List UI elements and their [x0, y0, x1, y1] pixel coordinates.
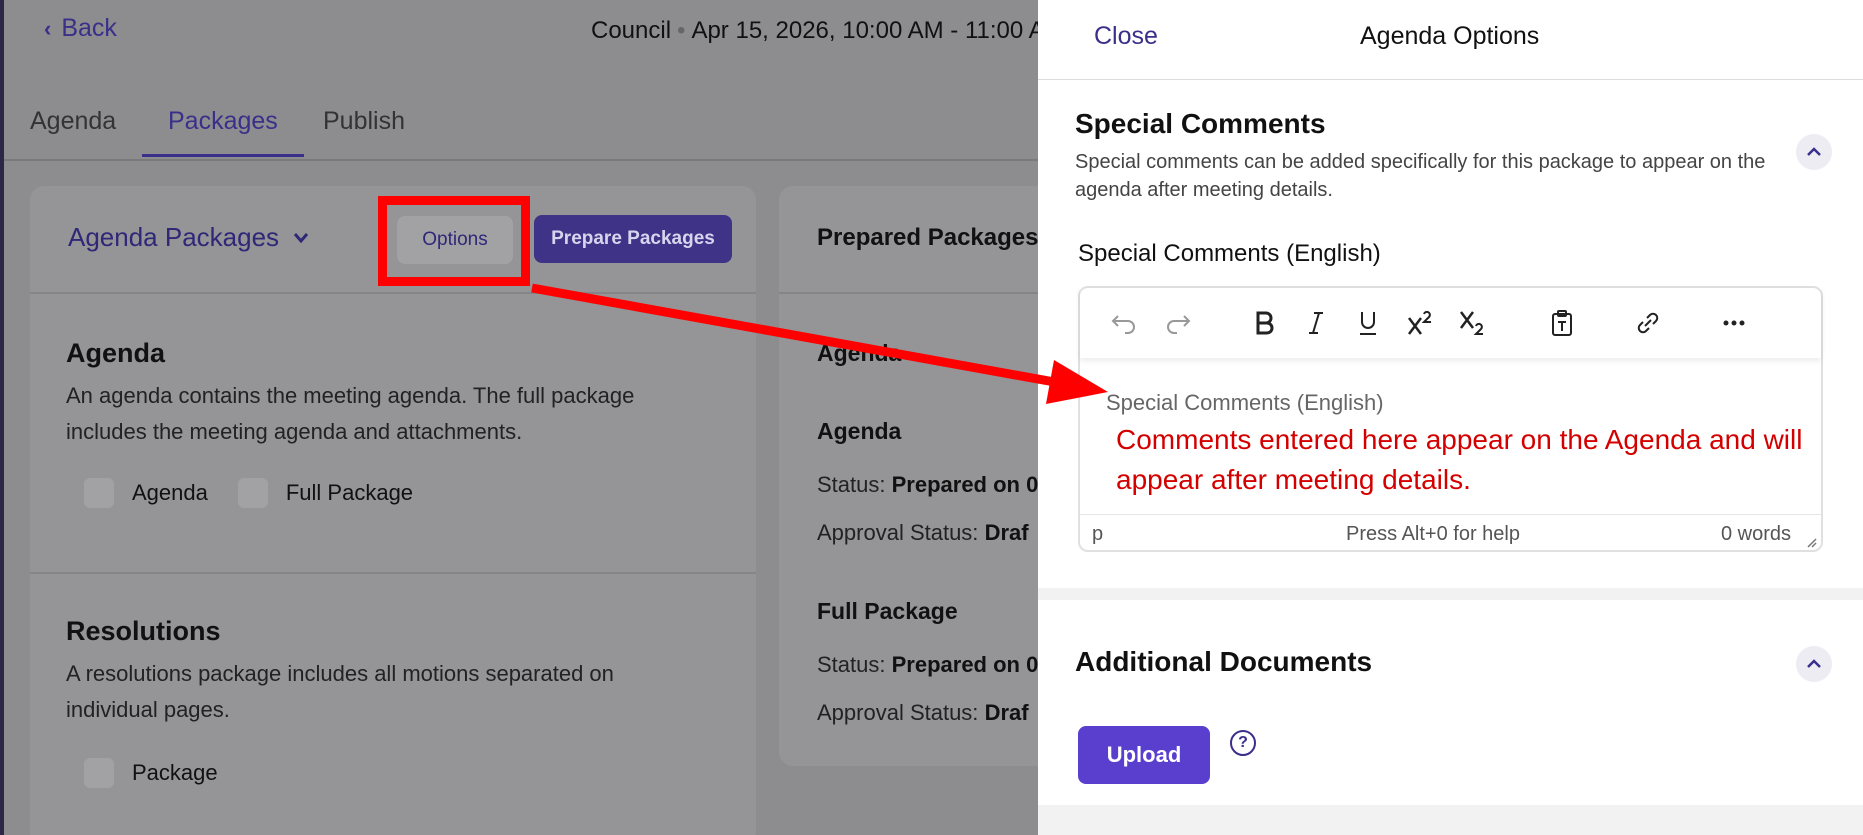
- additional-documents-card: Additional Documents Upload ?: [1038, 600, 1863, 805]
- close-button[interactable]: Close: [1094, 22, 1158, 51]
- status-label: Status:: [817, 472, 886, 497]
- prepared-card-header: Prepared Packages: [779, 186, 1040, 294]
- section-divider: [30, 572, 756, 574]
- special-comments-card: Special Comments Special comments can be…: [1038, 80, 1863, 588]
- resolutions-package-checkbox[interactable]: [84, 758, 114, 788]
- full-package-checkbox[interactable]: [237, 478, 268, 508]
- resize-handle-icon[interactable]: [1805, 536, 1817, 548]
- approval-label: Approval Status:: [817, 520, 979, 545]
- prepared-group-title: Agenda: [817, 340, 902, 366]
- resolutions-section-title: Resolutions: [66, 616, 221, 646]
- agenda-checkbox-row: Agenda Full Package: [84, 478, 443, 508]
- meeting-info: Council • Apr 15, 2026, 10:00 AM - 11:00 A…: [591, 17, 1040, 45]
- chevron-up-icon: [1807, 147, 1821, 156]
- special-comments-collapse-button[interactable]: [1796, 134, 1832, 170]
- special-comments-title: Special Comments: [1075, 108, 1326, 139]
- special-comments-description: Special comments can be added specifical…: [1075, 151, 1766, 201]
- editor-statusbar: p Press Alt+0 for help 0 words: [1080, 514, 1821, 552]
- back-link[interactable]: ‹ Back: [44, 14, 117, 43]
- additional-documents-title: Additional Documents: [1075, 646, 1373, 677]
- help-hint: Press Alt+0 for help: [1346, 523, 1520, 545]
- rich-text-editor[interactable]: Special Comments (English) Comments ente…: [1078, 286, 1823, 552]
- agenda-section-title: Agenda: [66, 338, 166, 368]
- back-label: Back: [61, 14, 117, 42]
- status-value: Prepared on 0: [891, 472, 1039, 497]
- tab-bar: Agenda Packages Publish: [4, 95, 1040, 161]
- editor-placeholder: Special Comments (English): [1106, 390, 1384, 415]
- chevron-up-icon: [1807, 659, 1821, 668]
- panel-header: Close Agenda Options: [1038, 0, 1863, 80]
- prepared-agenda-title: Agenda: [817, 418, 902, 444]
- more-options-icon[interactable]: [1714, 304, 1754, 342]
- approval-value: Draf: [984, 520, 1029, 545]
- agenda-section-description: An agenda contains the meeting agenda. T…: [66, 383, 635, 444]
- subscript-icon[interactable]: [1452, 304, 1492, 342]
- approval-label: Approval Status:: [817, 700, 979, 725]
- full-package-checkbox-label: Full Package: [285, 480, 414, 505]
- tab-packages[interactable]: Packages: [142, 107, 304, 157]
- prepare-packages-button[interactable]: Prepare Packages: [534, 215, 732, 263]
- chevron-left-icon: ‹: [44, 15, 52, 41]
- prepared-packages-title: Prepared Packages: [817, 224, 1039, 251]
- editor-toolbar: [1080, 288, 1821, 358]
- panel-title: Agenda Options: [1360, 22, 1540, 50]
- paste-as-text-icon[interactable]: [1542, 304, 1582, 342]
- agenda-checkbox-label: Agenda: [132, 480, 208, 505]
- status-value: Prepared on 0: [891, 652, 1039, 677]
- undo-icon[interactable]: [1104, 304, 1144, 342]
- redo-icon[interactable]: [1158, 304, 1198, 342]
- prepared-agenda-approval: Approval Status: Draf: [817, 520, 1029, 546]
- additional-documents-collapse-button[interactable]: [1796, 646, 1832, 682]
- resolutions-package-checkbox-label: Package: [132, 760, 218, 785]
- options-highlight-box: [378, 196, 530, 286]
- italic-icon[interactable]: [1296, 304, 1336, 342]
- element-path[interactable]: p: [1092, 523, 1103, 546]
- tab-agenda[interactable]: Agenda: [30, 107, 116, 154]
- special-comments-field-label: Special Comments (English): [1078, 240, 1381, 267]
- help-icon[interactable]: ?: [1230, 730, 1256, 756]
- prepared-full-package-approval: Approval Status: Draf: [817, 700, 1029, 726]
- agenda-options-panel: Close Agenda Options Special Comments Sp…: [1038, 0, 1863, 835]
- approval-value: Draf: [984, 700, 1029, 725]
- word-count[interactable]: 0 words: [1721, 523, 1791, 546]
- agenda-packages-dropdown[interactable]: Agenda Packages: [68, 222, 309, 253]
- meeting-body: Council: [591, 17, 672, 44]
- status-label: Status:: [817, 652, 886, 677]
- background-page: ‹ Back Council • Apr 15, 2026, 10:00 AM - …: [0, 0, 1040, 835]
- top-bar: ‹ Back Council • Apr 15, 2026, 10:00 AM - …: [4, 0, 1040, 62]
- editor-annotation-text: Comments entered here appear on the Agen…: [1116, 424, 1803, 495]
- prepared-full-package-title: Full Package: [817, 598, 958, 624]
- upload-button[interactable]: Upload: [1078, 726, 1210, 784]
- agenda-checkbox[interactable]: [84, 478, 114, 508]
- bold-icon[interactable]: [1244, 304, 1284, 342]
- separator-dot: •: [677, 17, 686, 44]
- superscript-icon[interactable]: [1400, 304, 1440, 342]
- link-icon[interactable]: [1628, 304, 1668, 342]
- agenda-packages-title: Agenda Packages: [68, 222, 280, 252]
- prepared-packages-card: Prepared Packages Agenda Agenda Status: …: [779, 186, 1040, 766]
- chevron-down-icon: [293, 232, 309, 243]
- resolutions-section-description: A resolutions package includes all motio…: [66, 661, 614, 722]
- prepared-full-package-status: Status: Prepared on 0: [817, 652, 1038, 678]
- prepared-agenda-status: Status: Prepared on 0: [817, 472, 1038, 498]
- meeting-datetime: Apr 15, 2026, 10:00 AM - 11:00 AM: [691, 17, 1040, 44]
- underline-icon[interactable]: [1348, 304, 1388, 342]
- resolutions-checkbox-row: Package: [84, 758, 248, 788]
- tab-publish[interactable]: Publish: [323, 107, 405, 154]
